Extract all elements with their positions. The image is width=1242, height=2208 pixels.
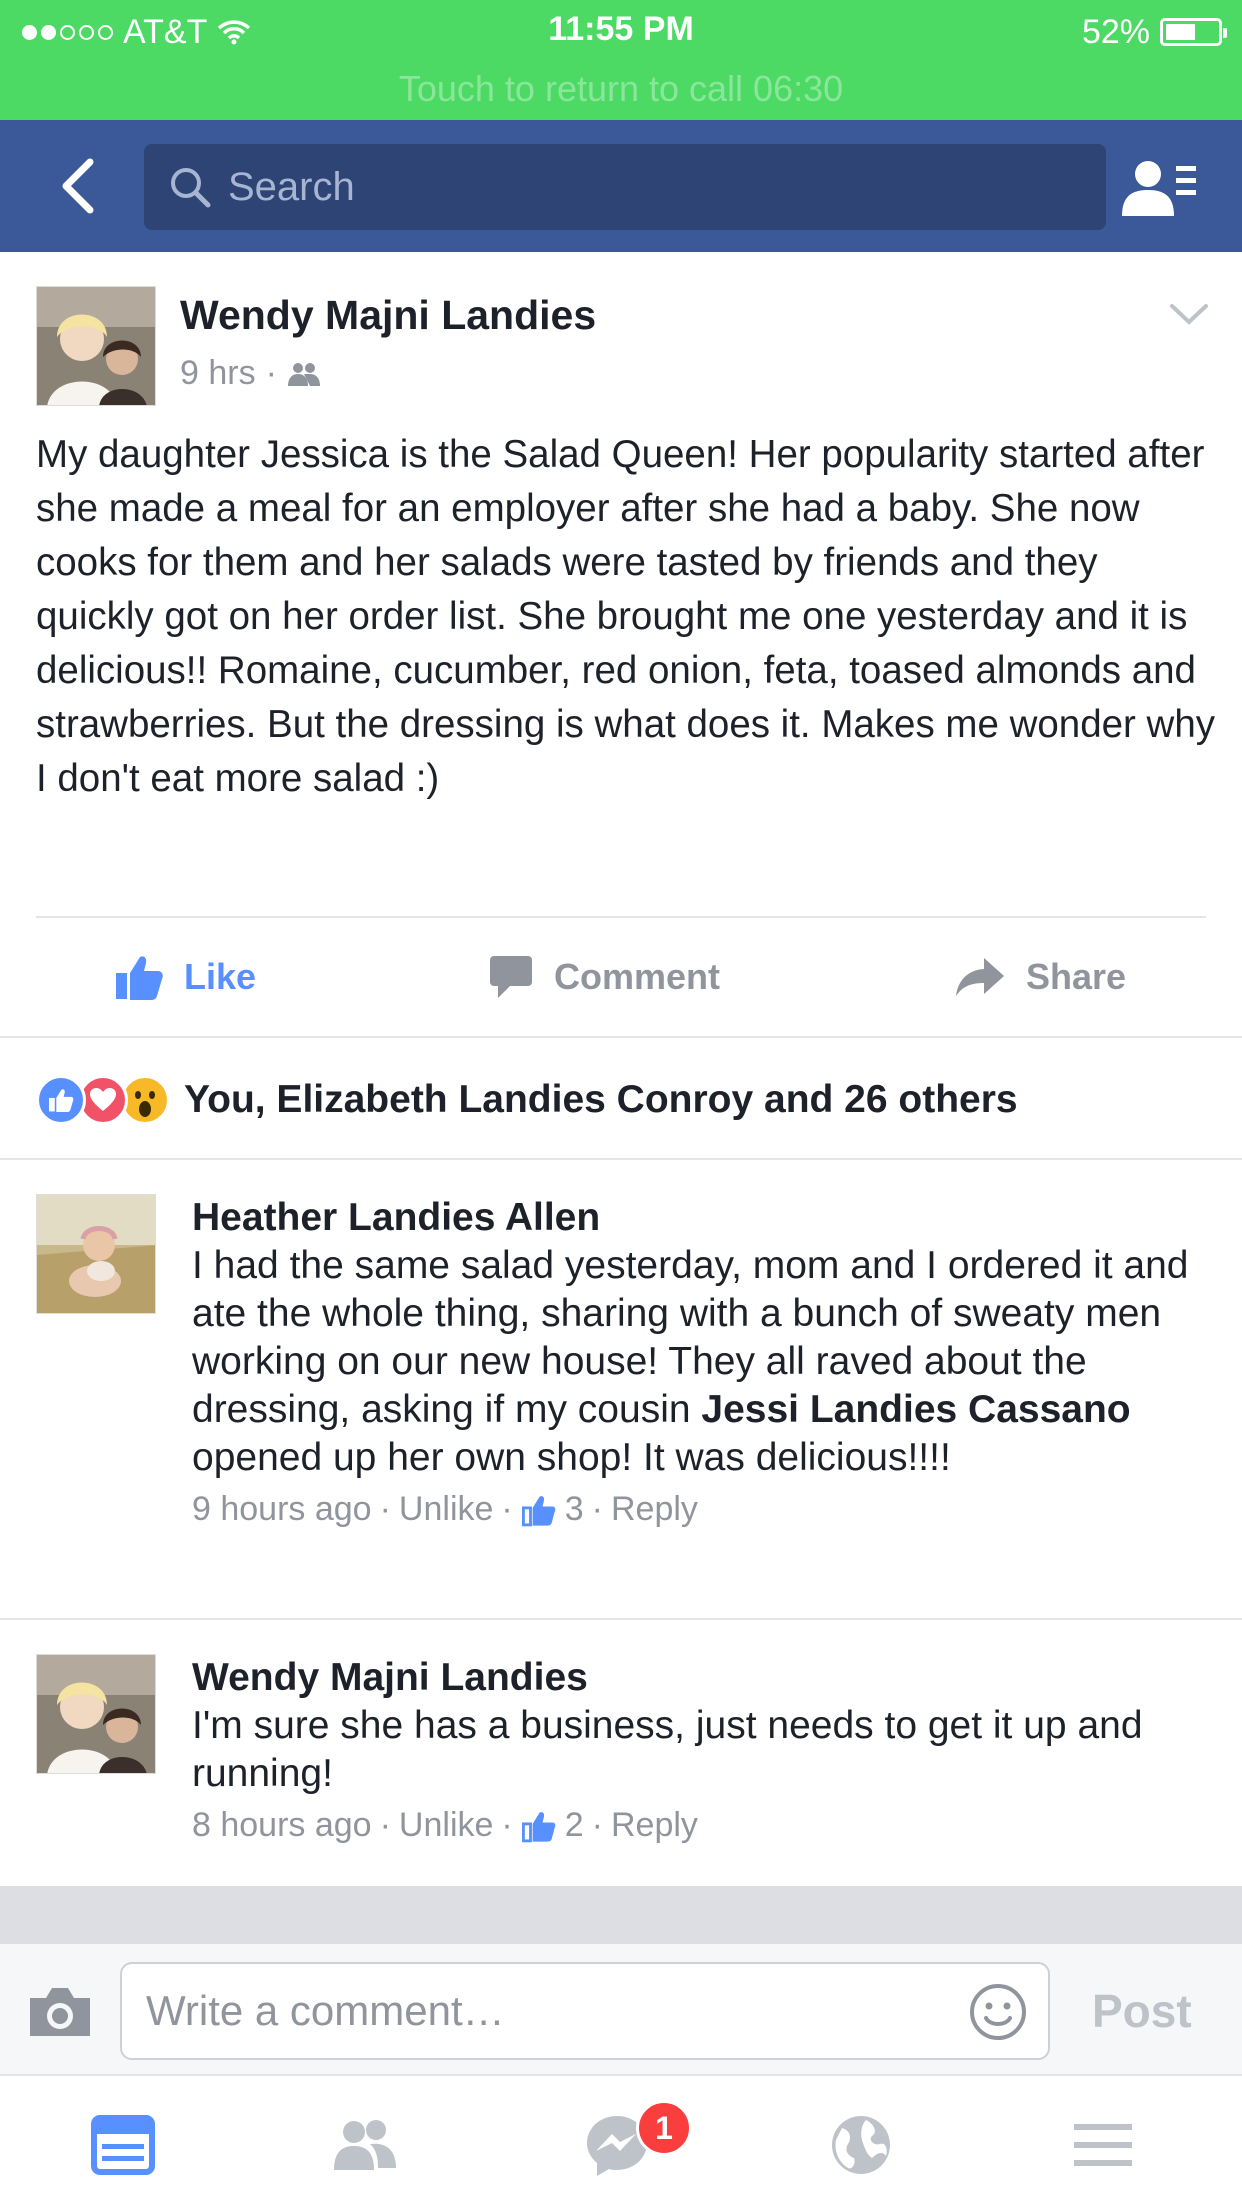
battery-percent: 52% bbox=[1081, 12, 1150, 51]
unlike-link[interactable]: Unlike bbox=[399, 1806, 493, 1845]
comment-button[interactable]: Comment bbox=[488, 918, 1242, 1036]
post-actions: Like Comment Share bbox=[0, 918, 1242, 1036]
comment-meta: 8 hours ago · Unlike · 2 · Reply bbox=[192, 1806, 1232, 1845]
meta-separator: · bbox=[501, 1490, 513, 1528]
comment-like-count[interactable]: 2 bbox=[565, 1806, 584, 1845]
news-feed-icon[interactable] bbox=[88, 2110, 158, 2180]
comment-input[interactable]: Write a comment… bbox=[120, 1962, 1050, 2060]
comment-bubble-icon bbox=[490, 956, 532, 998]
profile-photo bbox=[37, 287, 155, 405]
comments-end-spacer bbox=[0, 1886, 1242, 1944]
post-author-name[interactable]: Wendy Majni Landies bbox=[180, 292, 596, 339]
mention-link[interactable]: Jessi Landies Cassano bbox=[701, 1388, 1130, 1431]
search-placeholder: Search bbox=[228, 164, 355, 209]
post-meta: 9 hrs · bbox=[180, 354, 321, 393]
meta-separator: · bbox=[591, 1806, 603, 1844]
unlike-link[interactable]: Unlike bbox=[399, 1490, 493, 1529]
comment-like-count[interactable]: 3 bbox=[565, 1490, 584, 1529]
friends-tab-icon[interactable] bbox=[330, 2110, 400, 2180]
share-arrow-icon bbox=[956, 958, 1004, 996]
comment-body: Wendy Majni Landies I'm sure she has a b… bbox=[192, 1654, 1232, 1845]
comment-input-placeholder: Write a comment… bbox=[146, 1987, 505, 2034]
messenger-badge: 1 bbox=[636, 2100, 692, 2156]
clock: 11:55 PM bbox=[548, 10, 694, 48]
post-author-avatar[interactable] bbox=[36, 286, 156, 406]
meta-separator: · bbox=[501, 1806, 513, 1844]
meta-separator: · bbox=[591, 1490, 603, 1528]
post-body-text: My daughter Jessica is the Salad Queen! … bbox=[36, 433, 1216, 800]
meta-separator: · bbox=[379, 1490, 391, 1528]
status-bar: AT&T 11:55 PM 52% Touch to return to cal… bbox=[0, 0, 1242, 120]
comment-item: Heather Landies Allen I had the same sal… bbox=[36, 1194, 1216, 1594]
comment-timestamp: 9 hours ago bbox=[192, 1490, 372, 1528]
comment-text: I had the same salad yesterday, mom and … bbox=[192, 1242, 1232, 1482]
emoji-icon[interactable] bbox=[968, 1982, 1028, 2042]
comment-item: Wendy Majni Landies I'm sure she has a b… bbox=[36, 1654, 1216, 1854]
commenter-avatar[interactable] bbox=[36, 1194, 156, 1314]
search-input[interactable]: Search bbox=[144, 144, 1106, 230]
reply-link[interactable]: Reply bbox=[611, 1806, 698, 1845]
top-navbar: Search bbox=[0, 120, 1242, 252]
commenter-avatar[interactable] bbox=[36, 1654, 156, 1774]
comment-timestamp: 8 hours ago bbox=[192, 1806, 372, 1844]
like-button[interactable]: Like bbox=[114, 918, 256, 1036]
like-label: Like bbox=[184, 956, 257, 997]
globe-notifications-icon[interactable] bbox=[826, 2110, 896, 2180]
post-timestamp[interactable]: 9 hrs bbox=[180, 354, 256, 393]
comment-composer: Write a comment… Post bbox=[0, 1944, 1242, 2076]
reactions-summary-text: You, Elizabeth Landies Conroy and 26 oth… bbox=[184, 1078, 1018, 1121]
menu-icon[interactable] bbox=[1068, 2110, 1138, 2180]
friend-requests-icon[interactable] bbox=[1118, 156, 1198, 220]
chevron-down-icon[interactable] bbox=[1168, 300, 1210, 328]
divider bbox=[0, 1158, 1242, 1160]
thumbs-up-outline-icon bbox=[521, 1811, 556, 1842]
comment-body: Heather Landies Allen I had the same sal… bbox=[192, 1194, 1232, 1529]
back-arrow-icon[interactable] bbox=[50, 156, 110, 216]
friends-icon[interactable] bbox=[287, 361, 321, 387]
thumbs-up-icon bbox=[116, 956, 163, 1000]
camera-icon[interactable] bbox=[26, 1984, 94, 2040]
like-reaction-icon bbox=[36, 1075, 86, 1125]
meta-separator: · bbox=[379, 1806, 391, 1844]
commenter-name[interactable]: Wendy Majni Landies bbox=[192, 1654, 1232, 1702]
reply-link[interactable]: Reply bbox=[611, 1490, 698, 1529]
commenter-name[interactable]: Heather Landies Allen bbox=[192, 1194, 1232, 1242]
battery-status: 52% bbox=[1081, 12, 1227, 52]
thumbs-up-outline-icon bbox=[521, 1495, 556, 1526]
comment-text-part: opened up her own shop! It was delicious… bbox=[192, 1436, 951, 1479]
comment-meta: 9 hours ago · Unlike · 3 · Reply bbox=[192, 1490, 1232, 1529]
share-button[interactable]: Share bbox=[954, 918, 1126, 1036]
comment-text: I'm sure she has a business, just needs … bbox=[192, 1704, 1143, 1795]
share-label: Share bbox=[1026, 956, 1127, 997]
divider bbox=[0, 1618, 1242, 1620]
divider bbox=[0, 1036, 1242, 1038]
profile-photo bbox=[37, 1655, 155, 1773]
bottom-tab-bar bbox=[0, 2076, 1242, 2208]
post-comment-button[interactable]: Post bbox=[1092, 1984, 1192, 2038]
reactions-summary[interactable]: You, Elizabeth Landies Conroy and 26 oth… bbox=[36, 1070, 1018, 1130]
meta-separator: · bbox=[265, 354, 277, 392]
profile-photo bbox=[37, 1195, 155, 1313]
return-to-call-banner[interactable]: Touch to return to call 06:30 bbox=[0, 68, 1242, 110]
search-icon bbox=[171, 168, 211, 208]
battery-icon bbox=[1160, 18, 1227, 46]
comment-label: Comment bbox=[554, 956, 721, 997]
